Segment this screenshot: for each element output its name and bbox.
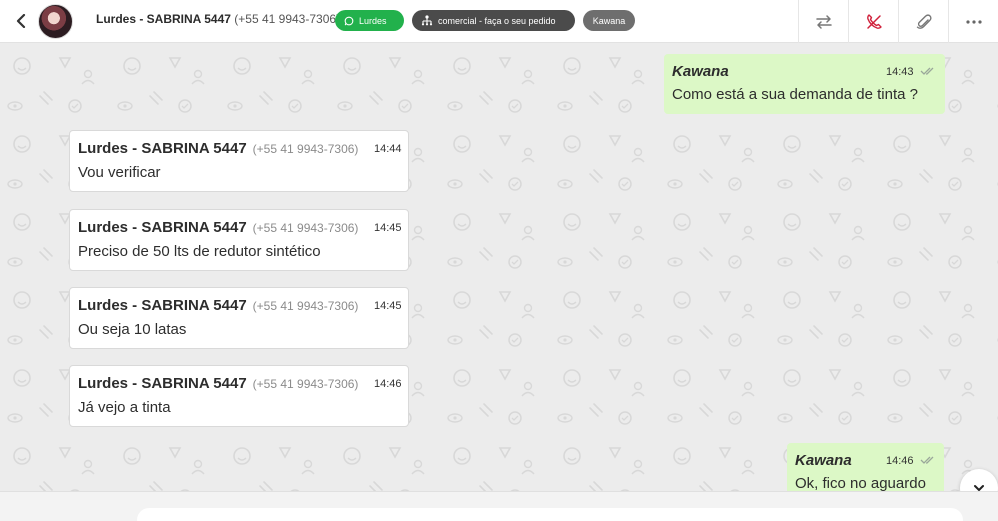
queue-tag[interactable]: comercial - faça o seu pedido — [412, 10, 575, 31]
message-sender: Kawana — [795, 452, 852, 469]
message-text: Vou verificar — [78, 164, 161, 181]
chat-header: Lurdes - SABRINA 5447 (+55 41 9943-7306)… — [0, 0, 998, 43]
message-header: Kawana — [795, 452, 852, 469]
attach-icon[interactable] — [898, 0, 948, 43]
whatsapp-icon — [344, 16, 354, 25]
message-sender-phone: (+55 41 9943-7306) — [252, 142, 359, 156]
message-outgoing[interactable]: Kawana 14:46 Ok, fico no aguardo — [787, 443, 944, 491]
message-sender: Lurdes - SABRINA 5447 — [78, 375, 247, 392]
message-text: Ok, fico no aguardo — [795, 475, 926, 491]
message-sender-phone: (+55 41 9943-7306) — [252, 377, 359, 391]
assigned-user-tag[interactable]: Kawana — [583, 10, 635, 31]
whatsapp-connection-label: Lurdes — [359, 15, 387, 26]
message-time: 14:45 — [374, 222, 402, 234]
message-text: Já vejo a tinta — [78, 399, 171, 416]
message-sender: Kawana — [672, 63, 729, 80]
message-time: 14:44 — [374, 143, 402, 155]
message-header: Lurdes - SABRINA 5447 (+55 41 9943-7306) — [78, 297, 358, 314]
transfer-icon[interactable] — [798, 0, 848, 43]
message-incoming[interactable]: Lurdes - SABRINA 5447 (+55 41 9943-7306)… — [69, 209, 409, 271]
message-header: Lurdes - SABRINA 5447 (+55 41 9943-7306) — [78, 219, 358, 236]
message-text: Como está a sua demanda de tinta ? — [672, 86, 918, 103]
message-list[interactable]: Kawana 14:43 Como está a sua demanda de … — [0, 44, 998, 491]
message-time: 14:45 — [374, 300, 402, 312]
whatsapp-connection-tag[interactable]: Lurdes — [335, 10, 404, 31]
queue-hierarchy-icon — [421, 15, 433, 26]
contact-phone: (+55 41 9943-7306) — [234, 12, 341, 26]
message-incoming[interactable]: Lurdes - SABRINA 5447 (+55 41 9943-7306)… — [69, 287, 409, 349]
message-incoming[interactable]: Lurdes - SABRINA 5447 (+55 41 9943-7306)… — [69, 130, 409, 192]
message-time: 14:46 — [374, 378, 402, 390]
header-actions — [798, 0, 998, 43]
double-check-icon — [920, 67, 934, 75]
message-sender-phone: (+55 41 9943-7306) — [252, 299, 359, 313]
message-sender: Lurdes - SABRINA 5447 — [78, 219, 247, 236]
message-time: 14:43 — [886, 66, 914, 78]
message-text: Preciso de 50 lts de redutor sintético — [78, 243, 321, 260]
chevron-down-icon — [974, 485, 984, 491]
end-call-icon[interactable] — [848, 0, 898, 43]
back-chevron-icon[interactable] — [12, 12, 30, 30]
more-icon[interactable] — [948, 0, 998, 43]
message-header: Kawana — [672, 63, 729, 80]
message-outgoing[interactable]: Kawana 14:43 Como está a sua demanda de … — [664, 54, 945, 114]
double-check-icon — [920, 456, 934, 464]
message-sender: Lurdes - SABRINA 5447 — [78, 140, 247, 157]
message-incoming[interactable]: Lurdes - SABRINA 5447 (+55 41 9943-7306)… — [69, 365, 409, 427]
message-sender: Lurdes - SABRINA 5447 — [78, 297, 247, 314]
message-input[interactable] — [137, 508, 963, 521]
composer-bar — [0, 491, 998, 521]
message-sender-phone: (+55 41 9943-7306) — [252, 221, 359, 235]
contact-avatar[interactable] — [38, 4, 73, 39]
message-header: Lurdes - SABRINA 5447 (+55 41 9943-7306) — [78, 375, 358, 392]
queue-label: comercial - faça o seu pedido — [438, 15, 556, 26]
message-header: Lurdes - SABRINA 5447 (+55 41 9943-7306) — [78, 140, 358, 157]
assigned-user-label: Kawana — [592, 15, 626, 26]
contact-name: Lurdes - SABRINA 5447 — [96, 12, 231, 26]
contact-title: Lurdes - SABRINA 5447 (+55 41 9943-7306) — [96, 12, 340, 26]
message-text: Ou seja 10 latas — [78, 321, 187, 338]
message-time: 14:46 — [886, 455, 914, 467]
